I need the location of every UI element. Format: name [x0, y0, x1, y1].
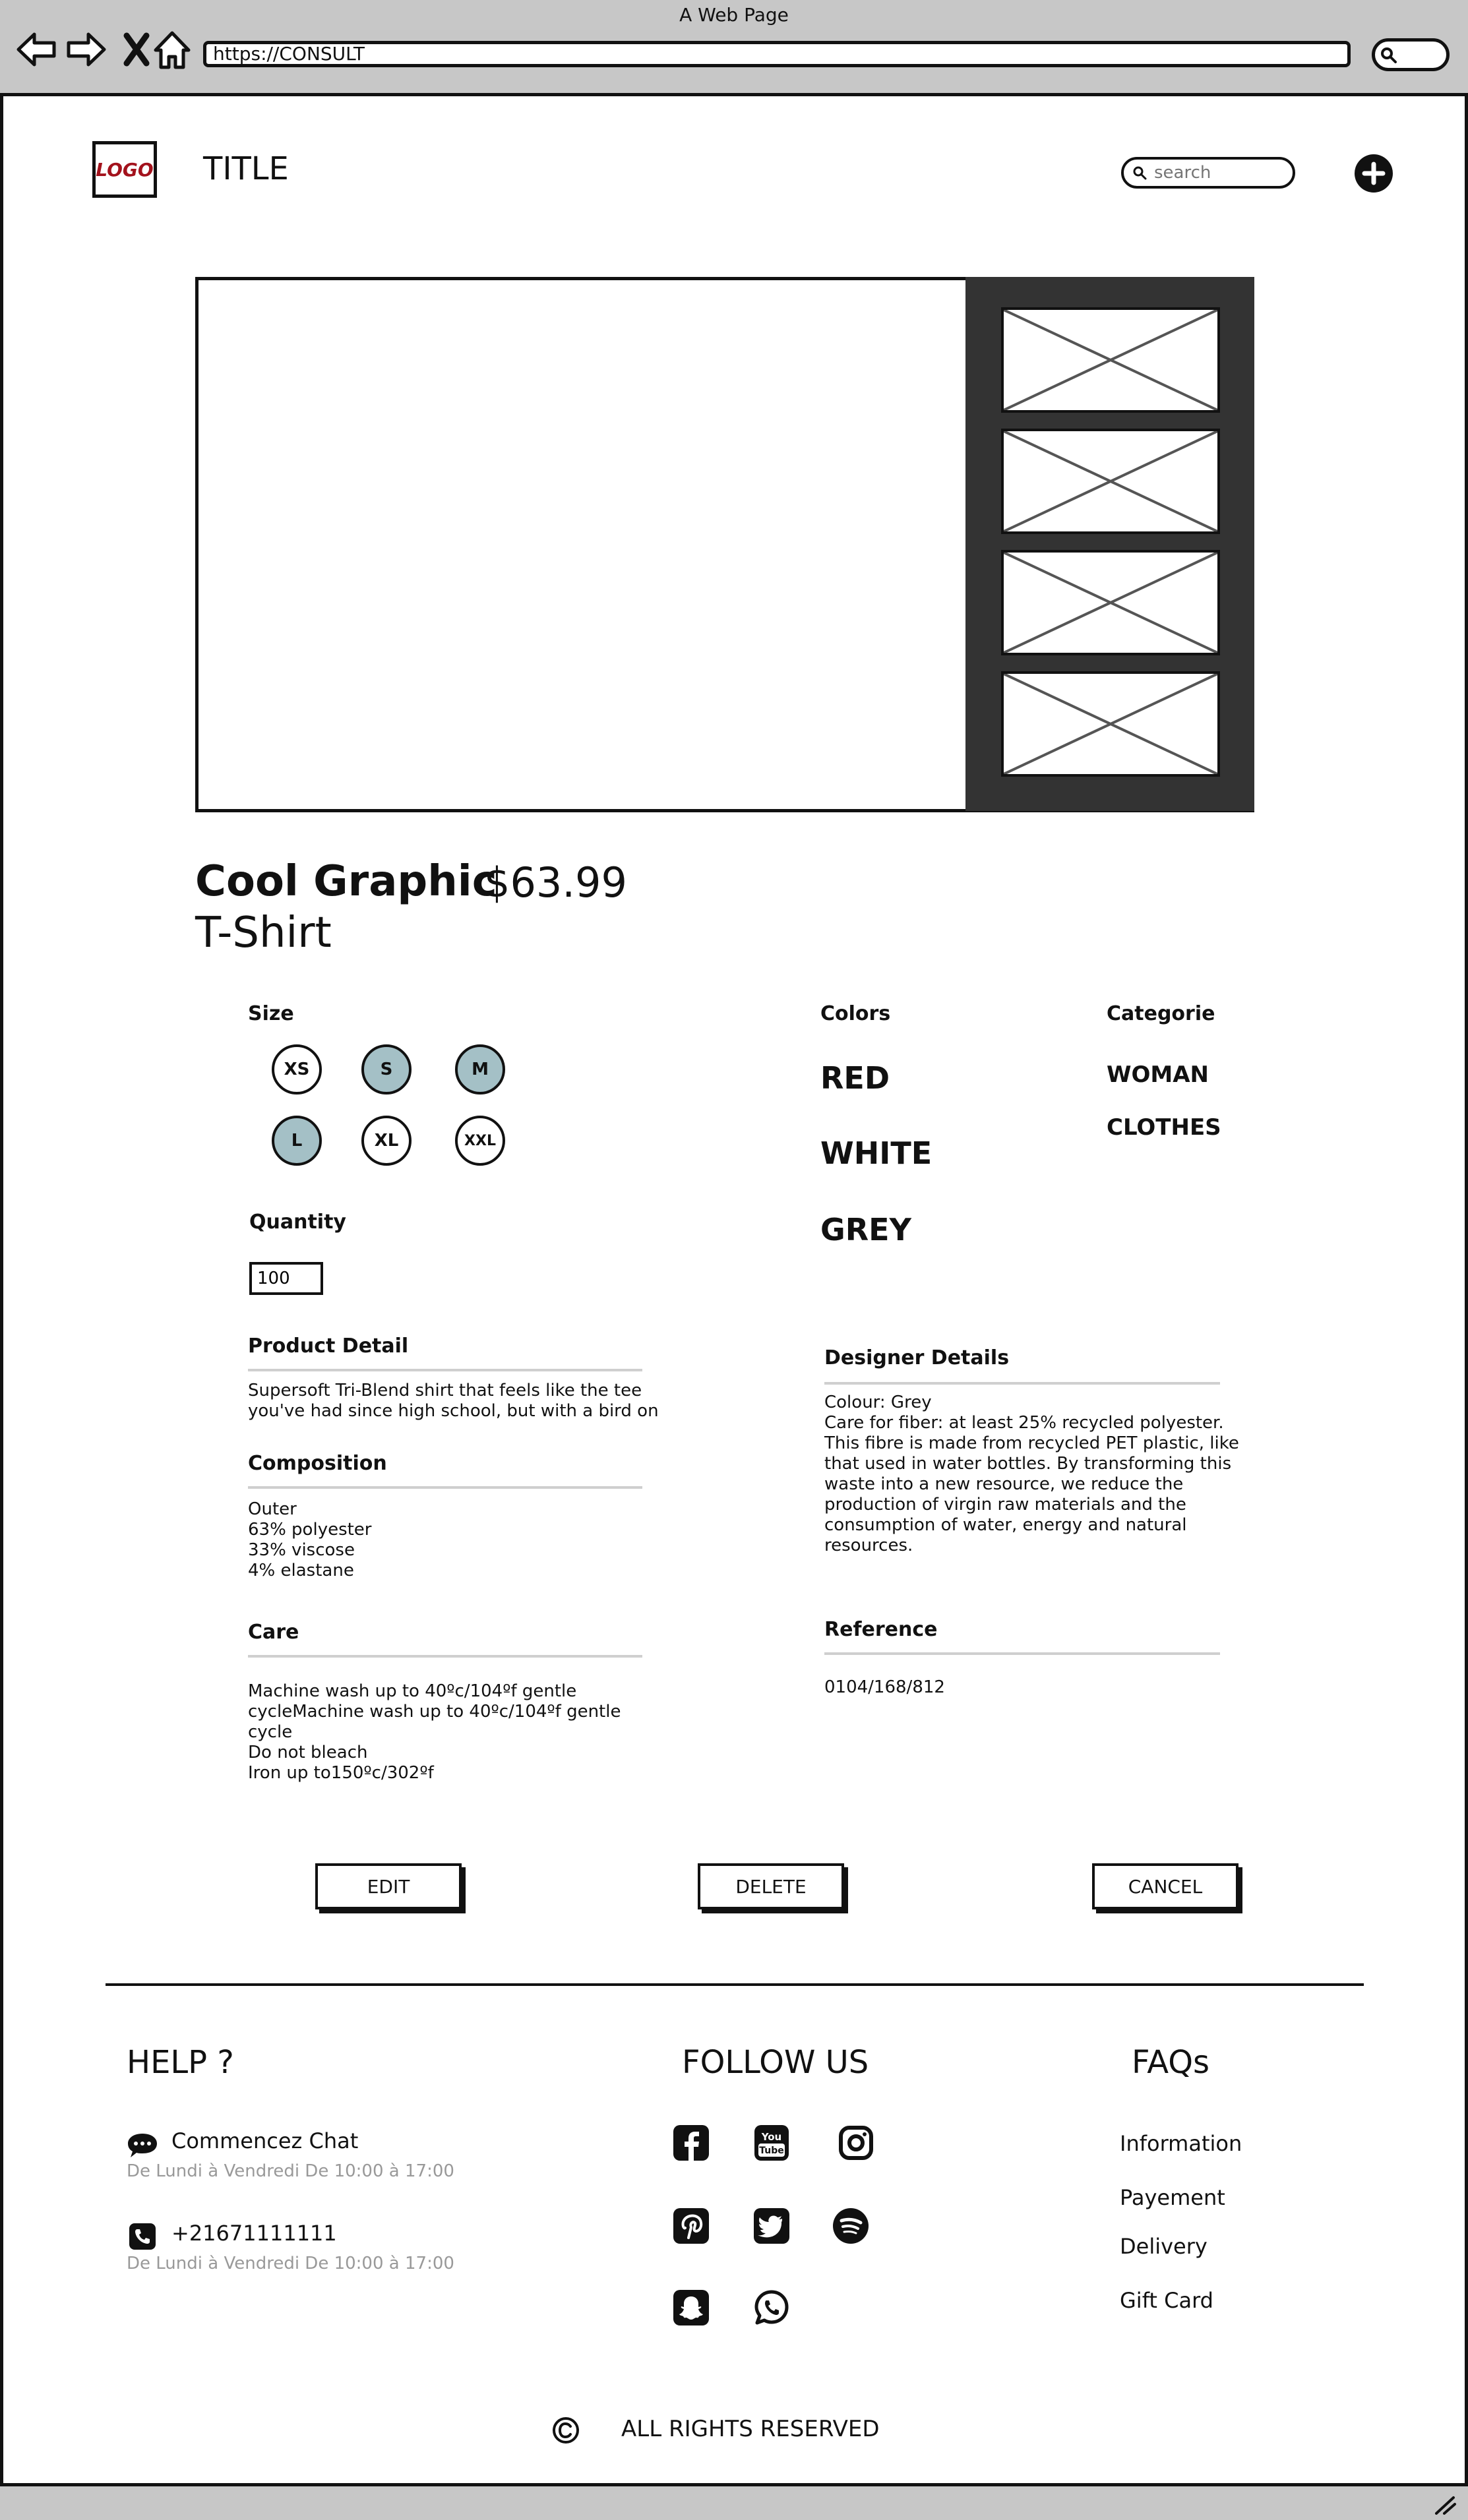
page-title: TITLE	[203, 150, 289, 187]
color-option-white[interactable]: WHITE	[820, 1135, 932, 1171]
back-icon[interactable]	[13, 26, 59, 73]
delete-button[interactable]: DELETE	[698, 1863, 844, 1909]
thumbnail-3[interactable]	[1001, 550, 1220, 655]
forward-icon[interactable]	[63, 26, 109, 73]
rights-text: ALL RIGHTS RESERVED	[621, 2416, 880, 2442]
color-option-grey[interactable]: GREY	[820, 1212, 911, 1247]
resize-handle-icon[interactable]	[1431, 2495, 1457, 2515]
chat-link[interactable]: Commencez Chat	[171, 2128, 358, 2153]
home-icon[interactable]	[149, 26, 195, 73]
chat-icon	[128, 2134, 157, 2157]
snapchat-icon[interactable]	[671, 2288, 711, 2327]
instagram-icon[interactable]	[836, 2123, 876, 2163]
search-input[interactable]	[1153, 162, 1281, 183]
image-placeholder-icon	[1003, 673, 1218, 775]
category-clothes[interactable]: CLOTHES	[1107, 1114, 1221, 1141]
help-heading: HELP ?	[127, 2044, 234, 2081]
care-title: Care	[248, 1621, 299, 1644]
composition-text: Outer 63% polyester 33% viscose 4% elast…	[248, 1499, 372, 1580]
copyright-icon	[553, 2417, 579, 2444]
image-placeholder-icon	[1003, 430, 1218, 533]
product-detail-title: Product Detail	[248, 1335, 409, 1358]
search-box[interactable]	[1121, 157, 1295, 189]
search-icon	[1133, 166, 1147, 180]
youtube-icon[interactable]: You Tube	[752, 2123, 791, 2163]
size-label: Size	[248, 1002, 294, 1025]
image-placeholder-icon	[1003, 309, 1218, 411]
care-text: Machine wash up to 40ºc/104ºf gentle cyc…	[248, 1681, 621, 1783]
reference-title: Reference	[824, 1618, 938, 1641]
whatsapp-icon[interactable]	[752, 2288, 791, 2327]
product-detail-text: Supersoft Tri-Blend shirt that feels lik…	[248, 1381, 659, 1421]
thumbnail-1[interactable]	[1001, 307, 1220, 413]
pinterest-icon[interactable]	[671, 2206, 711, 2246]
divider	[824, 1652, 1220, 1655]
color-option-red[interactable]: RED	[820, 1060, 890, 1096]
size-option-xl[interactable]: XL	[361, 1116, 412, 1166]
thumbnail-2[interactable]	[1001, 429, 1220, 534]
image-placeholder-icon	[1003, 551, 1218, 654]
status-bar	[0, 2483, 1468, 2520]
svg-text:Tube: Tube	[759, 2145, 784, 2156]
categorie-label: Categorie	[1107, 1002, 1215, 1025]
colors-label: Colors	[820, 1002, 891, 1025]
phone-icon	[129, 2223, 156, 2250]
designer-details-text: Colour: Grey Care for fiber: at least 25…	[824, 1393, 1239, 1555]
plus-icon	[1362, 162, 1386, 185]
chat-hours: De Lundi à Vendredi De 10:00 à 17:00	[127, 2161, 454, 2181]
divider	[824, 1382, 1220, 1385]
follow-heading: FOLLOW US	[682, 2044, 869, 2081]
size-option-m[interactable]: M	[455, 1044, 505, 1095]
size-option-s[interactable]: S	[361, 1044, 412, 1095]
faqs-heading: FAQs	[1132, 2044, 1209, 2081]
reference-value: 0104/168/812	[824, 1677, 945, 1697]
phone-number[interactable]: +21671111111	[171, 2221, 337, 2246]
quantity-label: Quantity	[249, 1211, 346, 1234]
faq-link-payement[interactable]: Payement	[1120, 2185, 1225, 2210]
faq-link-information[interactable]: Information	[1120, 2131, 1242, 2156]
cancel-button[interactable]: CANCEL	[1092, 1863, 1239, 1909]
faq-link-gift-card[interactable]: Gift Card	[1120, 2288, 1213, 2313]
footer-divider	[106, 1983, 1364, 1986]
twitter-icon[interactable]	[752, 2206, 791, 2246]
size-option-xs[interactable]: XS	[272, 1044, 322, 1095]
thumbnail-4[interactable]	[1001, 671, 1220, 777]
divider	[248, 1369, 642, 1371]
add-button[interactable]	[1355, 154, 1393, 193]
designer-details-title: Designer Details	[824, 1346, 1010, 1369]
window-title: A Web Page	[679, 4, 789, 26]
category-woman[interactable]: WOMAN	[1107, 1062, 1209, 1088]
phone-hours: De Lundi à Vendredi De 10:00 à 17:00	[127, 2254, 454, 2273]
svg-text:You: You	[761, 2131, 781, 2143]
spotify-icon[interactable]	[831, 2206, 871, 2246]
divider	[248, 1486, 642, 1489]
faq-link-delivery[interactable]: Delivery	[1120, 2234, 1208, 2259]
product-name: Cool Graphic	[195, 857, 497, 906]
composition-title: Composition	[248, 1452, 387, 1475]
logo[interactable]: LOGO	[92, 141, 157, 198]
quantity-input[interactable]	[249, 1262, 323, 1295]
url-bar[interactable]: https://CONSULT	[203, 41, 1351, 67]
edit-button[interactable]: EDIT	[315, 1863, 462, 1909]
facebook-icon[interactable]	[671, 2123, 711, 2163]
magnifier-icon	[1381, 47, 1397, 63]
divider	[248, 1655, 642, 1658]
product-name-line2: T-Shirt	[195, 909, 332, 957]
product-price: $63.99	[484, 858, 627, 907]
size-option-l[interactable]: L	[272, 1116, 322, 1166]
browser-search-button[interactable]	[1372, 38, 1450, 71]
size-option-xxl[interactable]: XXL	[455, 1116, 505, 1166]
